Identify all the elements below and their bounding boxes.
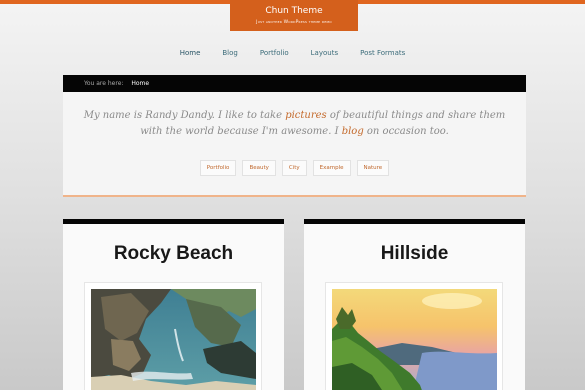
hillside-photo bbox=[332, 289, 497, 390]
post-card-rocky-beach: Rocky Beach bbox=[63, 219, 284, 390]
tag-list: Portfolio Beauty City Example Nature bbox=[63, 160, 526, 176]
breadcrumb-label: You are here: bbox=[84, 80, 124, 87]
breadcrumb: You are here: Home bbox=[63, 75, 526, 92]
post-thumbnail[interactable] bbox=[325, 282, 503, 390]
tag-portfolio[interactable]: Portfolio bbox=[199, 160, 237, 176]
nav-item-blog[interactable]: Blog bbox=[222, 49, 237, 57]
intro-text-part-3: on occasion too. bbox=[363, 126, 449, 137]
tag-city[interactable]: City bbox=[281, 160, 307, 176]
blog-link[interactable]: blog bbox=[342, 126, 364, 137]
nav-item-post-formats[interactable]: Post Formats bbox=[360, 49, 405, 57]
post-title[interactable]: Hillside bbox=[304, 243, 525, 265]
nav-item-portfolio[interactable]: Portfolio bbox=[260, 49, 289, 57]
intro-text-part-1: My name is Randy Dandy. I like to take bbox=[83, 110, 286, 121]
main-navigation: Home Blog Portfolio Layouts Post Formats bbox=[0, 49, 585, 57]
site-branding[interactable]: Chun Theme Just another WordPress theme … bbox=[230, 0, 358, 31]
post-card-hillside: Hillside bbox=[304, 219, 525, 390]
tag-example[interactable]: Example bbox=[312, 160, 351, 176]
breadcrumb-home-link[interactable]: Home bbox=[131, 80, 149, 87]
intro-panel: My name is Randy Dandy. I like to take p… bbox=[63, 92, 526, 197]
rocky-beach-photo bbox=[91, 289, 256, 390]
intro-text: My name is Randy Dandy. I like to take p… bbox=[63, 108, 526, 140]
site-tagline: Just another WordPress theme demo bbox=[256, 20, 332, 25]
tag-nature[interactable]: Nature bbox=[356, 160, 390, 176]
tag-beauty[interactable]: Beauty bbox=[242, 160, 276, 176]
pictures-link[interactable]: pictures bbox=[285, 110, 327, 121]
site-title[interactable]: Chun Theme bbox=[230, 0, 358, 17]
post-title[interactable]: Rocky Beach bbox=[63, 243, 284, 265]
nav-item-home[interactable]: Home bbox=[180, 49, 201, 57]
nav-item-layouts[interactable]: Layouts bbox=[311, 49, 338, 57]
post-thumbnail[interactable] bbox=[84, 282, 262, 390]
